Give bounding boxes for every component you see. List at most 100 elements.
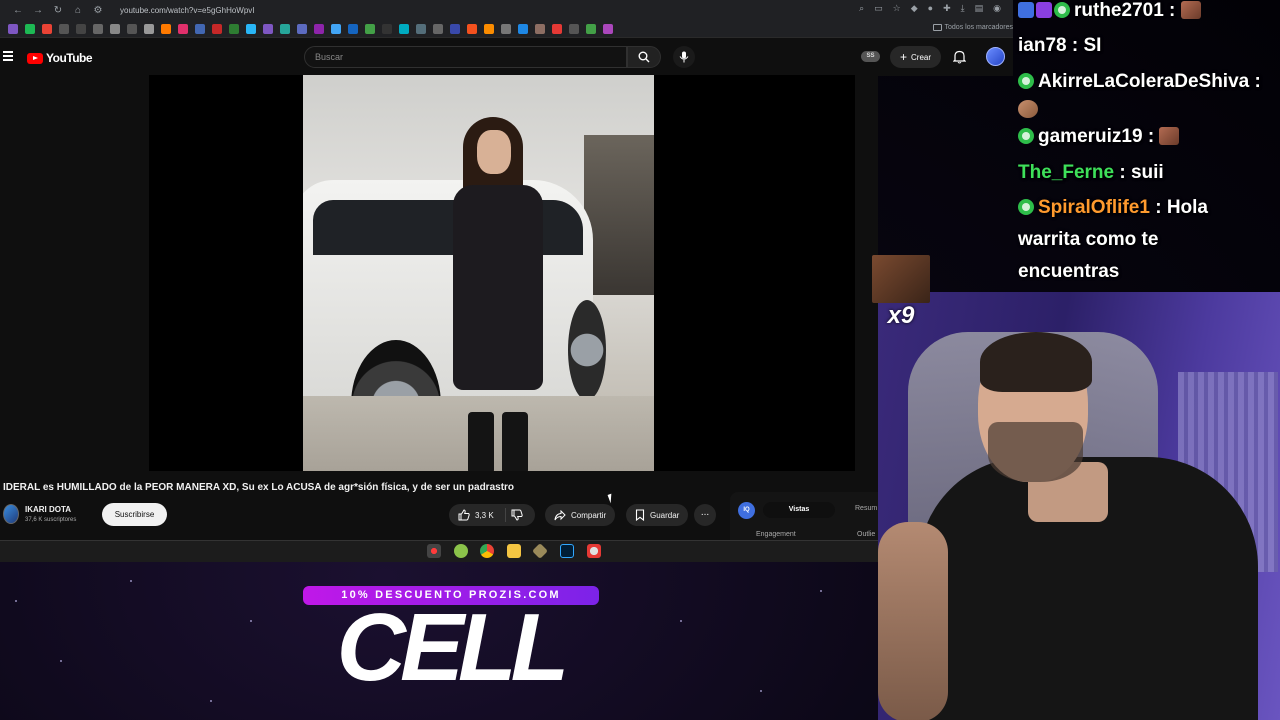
chat-username[interactable]: ian78 (1018, 35, 1067, 56)
star-decoration (210, 700, 212, 702)
voice-search-button[interactable] (673, 46, 695, 68)
bookmark-icon[interactable] (535, 23, 545, 34)
bookmark-icon[interactable] (331, 23, 341, 34)
bookmark-icon[interactable] (382, 23, 392, 34)
create-button[interactable]: + Crear (890, 46, 942, 68)
bookmark-icon[interactable] (467, 23, 477, 34)
bookmark-icon[interactable] (501, 23, 511, 34)
youtube-logo[interactable]: YouTube (27, 51, 93, 65)
channel-name[interactable]: IKARI DOTA (25, 505, 71, 514)
bookmark-icon[interactable] (93, 23, 103, 34)
download-icon[interactable]: ⤓ (961, 3, 965, 14)
bookmark-icon[interactable] (586, 23, 596, 34)
bookmark-icon[interactable] (263, 23, 273, 34)
tab-resumen[interactable]: Resum (855, 505, 877, 512)
bookmark-icon[interactable] (348, 23, 358, 34)
browser-toolbar-right: ⌕ ▭ ☆ ◆ ● ✚ ⤓ ▤ ◉ (859, 3, 1001, 14)
bookmark-icon[interactable] (8, 23, 18, 34)
file-explorer-icon[interactable] (507, 544, 521, 558)
app-icon[interactable] (427, 544, 441, 558)
gift-badge-icon (1036, 2, 1052, 18)
chat-username[interactable]: gameruiz19 (1038, 126, 1143, 147)
bookmark-icon[interactable] (399, 23, 409, 34)
bookmark-icon[interactable] (416, 23, 426, 34)
share-button[interactable]: Compartir (545, 504, 616, 526)
zoom-icon[interactable]: ⌕ (859, 3, 864, 14)
home-icon[interactable]: ⌂ (72, 5, 84, 16)
bookmark-icon[interactable] (59, 23, 69, 34)
youtube-logo-text: YouTube (46, 51, 93, 65)
chat-message: gameruiz19 : (1018, 121, 1180, 153)
hamburger-menu-icon[interactable] (3, 51, 13, 61)
photoshop-icon[interactable] (560, 544, 574, 558)
extension-icon[interactable]: ● (928, 3, 933, 14)
forward-icon[interactable]: → (32, 5, 44, 16)
screen-share-icon[interactable]: ▭ (874, 3, 883, 14)
bookmark-icon[interactable] (42, 23, 52, 34)
save-button[interactable]: Guardar (626, 504, 689, 526)
save-label: Guardar (650, 510, 680, 520)
bookmark-icon[interactable] (297, 23, 307, 34)
like-count: 3,3 K (475, 510, 494, 520)
bookmark-star-icon[interactable]: ☆ (893, 3, 901, 14)
bookmark-icon[interactable] (450, 23, 460, 34)
url-field[interactable]: youtube.com/watch?v=e5gGhHoWpvI (120, 6, 255, 15)
like-dislike-divider (504, 508, 506, 522)
chat-username[interactable]: AkirreLaColeraDeShiva (1038, 71, 1249, 92)
bookmark-icon[interactable] (195, 23, 205, 34)
more-actions-button[interactable]: ... (694, 504, 716, 526)
reload-icon[interactable]: ↻ (52, 5, 64, 16)
extension-icon[interactable]: ◆ (911, 3, 918, 14)
notifications-button[interactable] (952, 50, 967, 69)
video-title: IDERAL es HUMILLADO de la PEOR MANERA XD… (3, 482, 515, 493)
bookmark-icon[interactable] (110, 23, 120, 34)
channel-avatar[interactable] (3, 504, 19, 524)
app-icon[interactable] (454, 544, 468, 558)
bookmark-icon[interactable] (603, 23, 613, 34)
bookmark-icon[interactable] (229, 23, 239, 34)
tab-vistas[interactable]: Vistas (763, 502, 835, 518)
bookmark-icon[interactable] (280, 23, 290, 34)
extensions-puzzle-icon[interactable]: ✚ (943, 3, 951, 14)
streamer-beard (988, 422, 1083, 482)
streamer-webcam (878, 292, 1280, 720)
bookmark-icon[interactable] (212, 23, 222, 34)
bookmark-icon[interactable] (314, 23, 324, 34)
bookmark-icon[interactable] (25, 23, 35, 34)
like-button[interactable]: 3,3 K (449, 504, 535, 526)
app-icon[interactable] (587, 544, 601, 558)
bookmark-icon[interactable] (484, 23, 494, 34)
sidebar-icon[interactable]: ▤ (975, 3, 984, 14)
bookmark-icon[interactable] (178, 23, 188, 34)
bookmark-icon[interactable] (433, 23, 443, 34)
bookmark-icon[interactable] (127, 23, 137, 34)
all-bookmarks-folder[interactable]: Todos los marcadores (932, 24, 1013, 31)
back-icon[interactable]: ← (12, 5, 24, 16)
iq-extension-badge[interactable]: IQ (738, 502, 755, 519)
bookmark-icon[interactable] (76, 23, 86, 34)
video-frame[interactable] (303, 75, 654, 471)
search-input[interactable]: Buscar (304, 46, 627, 68)
ss-badge[interactable]: SS (861, 51, 880, 62)
chat-text: SI (1083, 35, 1102, 56)
profile-icon[interactable]: ◉ (993, 3, 1001, 14)
thumbs-down-icon[interactable] (511, 509, 523, 521)
bookmark-icon[interactable] (246, 23, 256, 34)
chat-username[interactable]: The_Ferne (1018, 162, 1114, 183)
bookmark-icon[interactable] (569, 23, 579, 34)
bookmark-icon[interactable] (161, 23, 171, 34)
subscribe-button[interactable]: Suscribirse (102, 503, 167, 526)
chat-username[interactable]: ruthe2701 (1074, 0, 1164, 21)
site-info-icon[interactable]: ⚙ (92, 5, 104, 16)
chrome-icon[interactable] (480, 544, 494, 558)
bookmark-icon[interactable] (518, 23, 528, 34)
bookmark-icon (635, 509, 645, 521)
chat-username[interactable]: SpiralOflife1 (1038, 197, 1150, 218)
plus-icon: + (900, 50, 908, 64)
account-avatar[interactable] (986, 47, 1005, 66)
bookmark-icon[interactable] (144, 23, 154, 34)
bookmark-icon[interactable] (552, 23, 562, 34)
bookmark-icon[interactable] (365, 23, 375, 34)
chat-emote-icon (1159, 127, 1180, 145)
search-button[interactable] (627, 46, 661, 68)
